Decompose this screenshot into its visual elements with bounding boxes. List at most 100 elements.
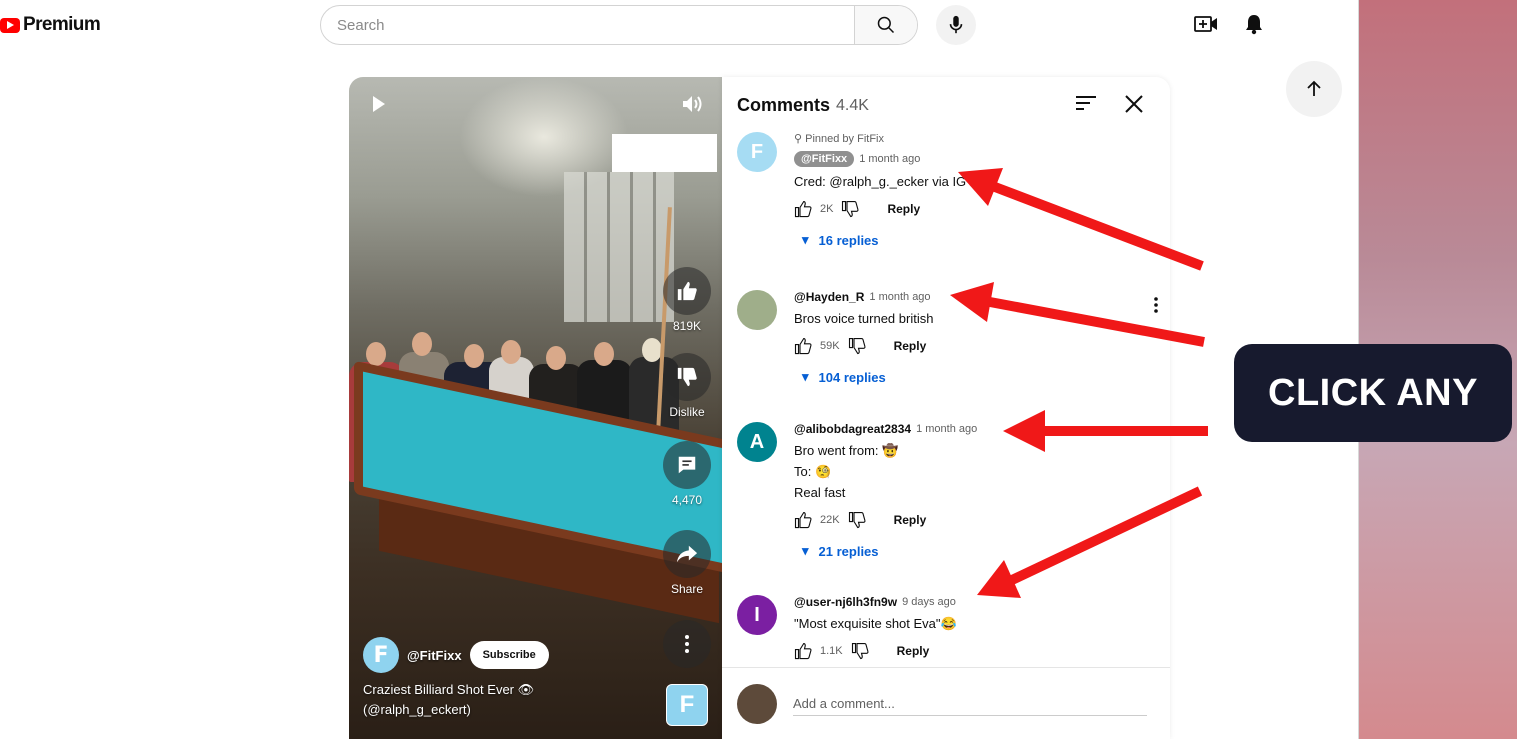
comment-text: "Most exquisite shot Eva"😂 — [794, 616, 957, 631]
more-vertical-icon — [1154, 297, 1158, 313]
caret-down-icon: ▾ — [802, 232, 809, 247]
comment-author[interactable]: @FitFixx — [794, 151, 855, 167]
shorts-player[interactable]: 819K Dislike 4,470 Share F @FitFixx Subs… — [349, 77, 722, 739]
sort-icon — [1076, 96, 1096, 110]
channel-avatar[interactable]: F — [363, 637, 399, 673]
comment-text: Cred: @ralph_g._ecker via IG — [794, 174, 967, 189]
subscribe-button[interactable]: Subscribe — [469, 641, 549, 669]
comment-like-count: 1.1K — [820, 645, 843, 657]
volume-button[interactable] — [682, 95, 704, 118]
comment-avatar[interactable]: A — [737, 422, 777, 462]
thumbs-up-icon[interactable] — [794, 337, 812, 355]
thumbs-down-icon[interactable] — [848, 337, 866, 355]
more-vertical-icon — [685, 635, 689, 653]
thumbs-up-icon[interactable] — [794, 642, 812, 660]
view-replies-button[interactable]: ▾ 104 replies — [802, 369, 1154, 385]
comment-icon — [678, 456, 696, 474]
comments-count: 4.4K — [836, 97, 869, 114]
comments-button[interactable] — [663, 441, 711, 489]
replies-label: 16 replies — [818, 232, 879, 248]
youtube-premium-logo[interactable]: Premium — [0, 14, 101, 36]
sort-comments-button[interactable] — [1076, 94, 1098, 117]
comments-action[interactable]: 4,470 — [661, 441, 713, 507]
comment-count: 4,470 — [671, 493, 703, 507]
reply-button[interactable]: Reply — [897, 644, 930, 658]
reply-button[interactable]: Reply — [894, 513, 927, 527]
channel-name[interactable]: @FitFixx — [407, 648, 462, 663]
create-button[interactable] — [1193, 13, 1219, 40]
video-overlay-box — [612, 134, 717, 172]
comment-like-count: 22K — [820, 514, 840, 526]
add-comment-input[interactable] — [793, 692, 1147, 716]
youtube-play-icon — [0, 17, 20, 33]
comment-text-line: Real fast — [794, 485, 846, 500]
like-action[interactable]: 819K — [661, 267, 713, 333]
voice-search-button[interactable] — [936, 5, 976, 45]
share-label: Share — [670, 582, 704, 596]
comment-avatar[interactable]: F — [737, 132, 777, 172]
reply-button[interactable]: Reply — [887, 202, 920, 216]
play-button[interactable] — [371, 95, 387, 118]
comments-panel: Comments 4.4K F ⚲ Pinned by FitFix @FitF… — [722, 77, 1170, 739]
comment-author[interactable]: @user-nj6lh3fn9w — [794, 595, 897, 609]
previous-short-button[interactable] — [1286, 61, 1342, 117]
close-comments-button[interactable] — [1124, 92, 1144, 118]
share-button[interactable] — [663, 530, 711, 578]
pin-icon: ⚲ — [794, 133, 803, 145]
add-comment-row — [737, 684, 1147, 724]
comment-author[interactable]: @alibobdagreat2834 — [794, 422, 911, 436]
caret-down-icon: ▾ — [802, 543, 809, 558]
play-icon — [373, 96, 385, 112]
replies-label: 104 replies — [818, 369, 886, 385]
comment-time[interactable]: 1 month ago — [869, 291, 930, 303]
search-button[interactable] — [854, 6, 917, 44]
comment-text: Bro went from: 🤠 To: 🧐 Real fast — [794, 440, 1154, 503]
channel-logo-badge[interactable]: F — [666, 684, 708, 726]
comment-more-button[interactable] — [1153, 296, 1159, 319]
search-icon — [877, 16, 895, 34]
thumbs-up-icon[interactable] — [794, 511, 812, 529]
replies-label: 21 replies — [818, 543, 879, 559]
view-replies-button[interactable]: ▾ 21 replies — [802, 543, 1154, 559]
dislike-label: Dislike — [669, 405, 705, 419]
short-title[interactable]: Craziest Billiard Shot Ever 👁 (@ralph_g_… — [363, 680, 593, 720]
caret-down-icon: ▾ — [802, 369, 809, 384]
user-avatar — [737, 684, 777, 724]
share-action[interactable]: Share — [661, 530, 713, 596]
search-bar — [320, 5, 918, 45]
dislike-action[interactable]: Dislike — [661, 353, 713, 419]
notifications-button[interactable] — [1243, 13, 1265, 40]
like-count: 819K — [672, 319, 702, 333]
thumbs-down-icon[interactable] — [841, 200, 859, 218]
comments-divider — [722, 667, 1170, 668]
comment-like-count: 2K — [820, 203, 834, 215]
comment-avatar[interactable]: I — [737, 595, 777, 635]
comment-time[interactable]: 9 days ago — [902, 596, 956, 608]
thumbs-up-icon — [677, 281, 697, 301]
thumbs-down-icon[interactable] — [851, 642, 869, 660]
thumbs-down-icon — [677, 367, 697, 387]
comments-title: Comments — [737, 95, 831, 115]
dislike-button[interactable] — [663, 353, 711, 401]
arrow-up-icon — [1307, 80, 1321, 96]
pinned-label: ⚲ Pinned by FitFix — [794, 132, 1154, 145]
short-channel-row: F @FitFixx Subscribe — [363, 637, 549, 673]
comment-time[interactable]: 1 month ago — [859, 153, 920, 165]
reply-button[interactable]: Reply — [894, 339, 927, 353]
comment-like-count: 59K — [820, 340, 840, 352]
more-action[interactable] — [661, 620, 713, 672]
like-button[interactable] — [663, 267, 711, 315]
search-input[interactable] — [321, 6, 854, 44]
view-replies-button[interactable]: ▾ 16 replies — [802, 232, 1154, 248]
comment-text: Bros voice turned british — [794, 311, 934, 326]
comment-avatar[interactable] — [737, 290, 777, 330]
thumbs-up-icon[interactable] — [794, 200, 812, 218]
comment-time[interactable]: 1 month ago — [916, 423, 977, 435]
thumbs-down-icon[interactable] — [848, 511, 866, 529]
comment-author[interactable]: @Hayden_R — [794, 290, 864, 304]
logo-text: Premium — [23, 14, 101, 35]
comment-text-line: Bro went from: 🤠 — [794, 443, 899, 458]
pinned-text: Pinned by FitFix — [805, 133, 884, 145]
youtube-page: Premium Search 819K Dislike 4,470 Share … — [0, 0, 1359, 739]
more-options-button[interactable] — [663, 620, 711, 668]
